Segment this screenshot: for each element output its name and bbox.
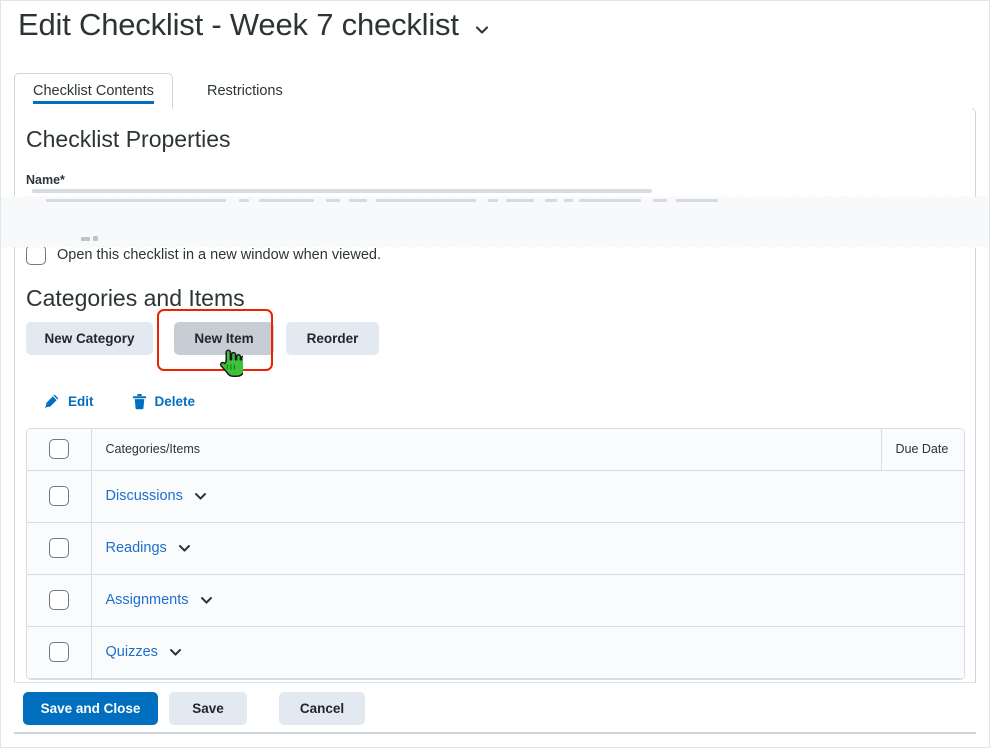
categories-and-items-heading: Categories and Items xyxy=(26,285,245,311)
categories-items-table: Categories/Items Due Date Discussions Re… xyxy=(26,428,965,680)
row-checkbox[interactable] xyxy=(48,642,69,662)
tab-restrictions[interactable]: Restrictions xyxy=(189,73,301,109)
row-due-date-cell xyxy=(881,470,964,523)
table-row[interactable]: Quizzes xyxy=(27,626,964,679)
category-name: Discussions xyxy=(105,488,183,504)
page-title: Edit Checklist - Week 7 checklist xyxy=(18,7,459,42)
table-row[interactable]: Discussions xyxy=(27,470,964,523)
category-name: Quizzes xyxy=(105,644,158,660)
table-row[interactable]: Readings xyxy=(27,522,964,575)
tab-checklist-contents-label: Checklist Contents xyxy=(33,83,154,104)
save-button[interactable]: Save xyxy=(169,692,247,725)
tab-checklist-contents[interactable]: Checklist Contents xyxy=(14,73,173,109)
column-header-name: Categories/Items xyxy=(91,429,881,471)
new-window-checkbox[interactable] xyxy=(26,245,46,265)
new-window-checkbox-label: Open this checklist in a new window when… xyxy=(57,247,381,263)
column-header-due-date: Due Date xyxy=(880,429,964,471)
checklist-edit-page: Edit Checklist - Week 7 checklist Checkl… xyxy=(0,0,990,748)
row-checkbox[interactable] xyxy=(48,486,69,506)
chevron-down-icon[interactable] xyxy=(200,594,213,607)
row-name-cell: Readings xyxy=(91,522,881,575)
row-name-cell: Discussions xyxy=(91,470,881,523)
chevron-down-icon[interactable] xyxy=(475,23,489,37)
category-link-discussions[interactable]: Discussions xyxy=(106,488,207,504)
form-footer: Save and Close Save Cancel xyxy=(14,682,976,733)
chevron-down-icon[interactable] xyxy=(169,646,182,659)
name-field-label: Name* xyxy=(26,173,65,187)
chevron-down-icon[interactable] xyxy=(178,542,191,555)
checklist-contents-panel: Checklist Properties Name* Open this che… xyxy=(14,108,976,733)
category-name: Readings xyxy=(105,540,167,556)
checklist-properties-heading: Checklist Properties xyxy=(26,126,231,152)
delete-button[interactable]: Delete xyxy=(132,393,196,410)
row-name-cell: Assignments xyxy=(91,574,881,627)
row-checkbox-cell[interactable] xyxy=(27,470,92,523)
row-checkbox-cell[interactable] xyxy=(27,626,92,679)
reorder-button[interactable]: Reorder xyxy=(286,322,379,355)
row-checkbox-cell[interactable] xyxy=(27,574,92,627)
row-name-cell: Quizzes xyxy=(91,626,881,679)
edit-button[interactable]: Edit xyxy=(43,393,94,410)
table-body: Discussions Readings Assignments Quizzes xyxy=(27,470,964,679)
edit-label: Edit xyxy=(68,394,94,409)
category-link-readings[interactable]: Readings xyxy=(106,540,191,556)
new-window-checkbox-row[interactable]: Open this checklist in a new window when… xyxy=(26,245,381,265)
chevron-down-icon[interactable] xyxy=(194,490,207,503)
cancel-button[interactable]: Cancel xyxy=(279,692,365,725)
name-input-clipped[interactable] xyxy=(32,189,652,193)
new-item-button[interactable]: New Item xyxy=(174,322,274,355)
save-and-close-button[interactable]: Save and Close xyxy=(23,692,158,725)
name-label-text: Name xyxy=(26,173,61,187)
select-all-header xyxy=(27,429,92,471)
required-marker: * xyxy=(60,173,65,187)
tab-bar: Checklist Contents Restrictions xyxy=(14,73,974,109)
page-title-row: Edit Checklist - Week 7 checklist xyxy=(18,7,489,43)
trash-icon xyxy=(132,393,147,410)
delete-label: Delete xyxy=(154,394,196,409)
item-tools-row: Edit Delete xyxy=(43,393,195,410)
table-header-row: Categories/Items Due Date xyxy=(27,429,964,471)
row-due-date-cell xyxy=(881,522,964,575)
table-row[interactable]: Assignments xyxy=(27,574,964,627)
category-name: Assignments xyxy=(105,592,189,608)
select-all-checkbox[interactable] xyxy=(48,439,69,460)
category-link-quizzes[interactable]: Quizzes xyxy=(106,644,182,660)
panel-bottom-rule xyxy=(14,732,976,734)
tab-restrictions-label: Restrictions xyxy=(207,83,283,99)
row-checkbox-cell[interactable] xyxy=(27,522,92,575)
new-category-button[interactable]: New Category xyxy=(26,322,153,355)
row-due-date-cell xyxy=(881,574,964,627)
row-checkbox[interactable] xyxy=(48,590,69,610)
category-link-assignments[interactable]: Assignments xyxy=(106,592,213,608)
row-due-date-cell xyxy=(881,626,964,679)
row-checkbox[interactable] xyxy=(48,538,69,558)
pencil-icon xyxy=(43,393,60,410)
